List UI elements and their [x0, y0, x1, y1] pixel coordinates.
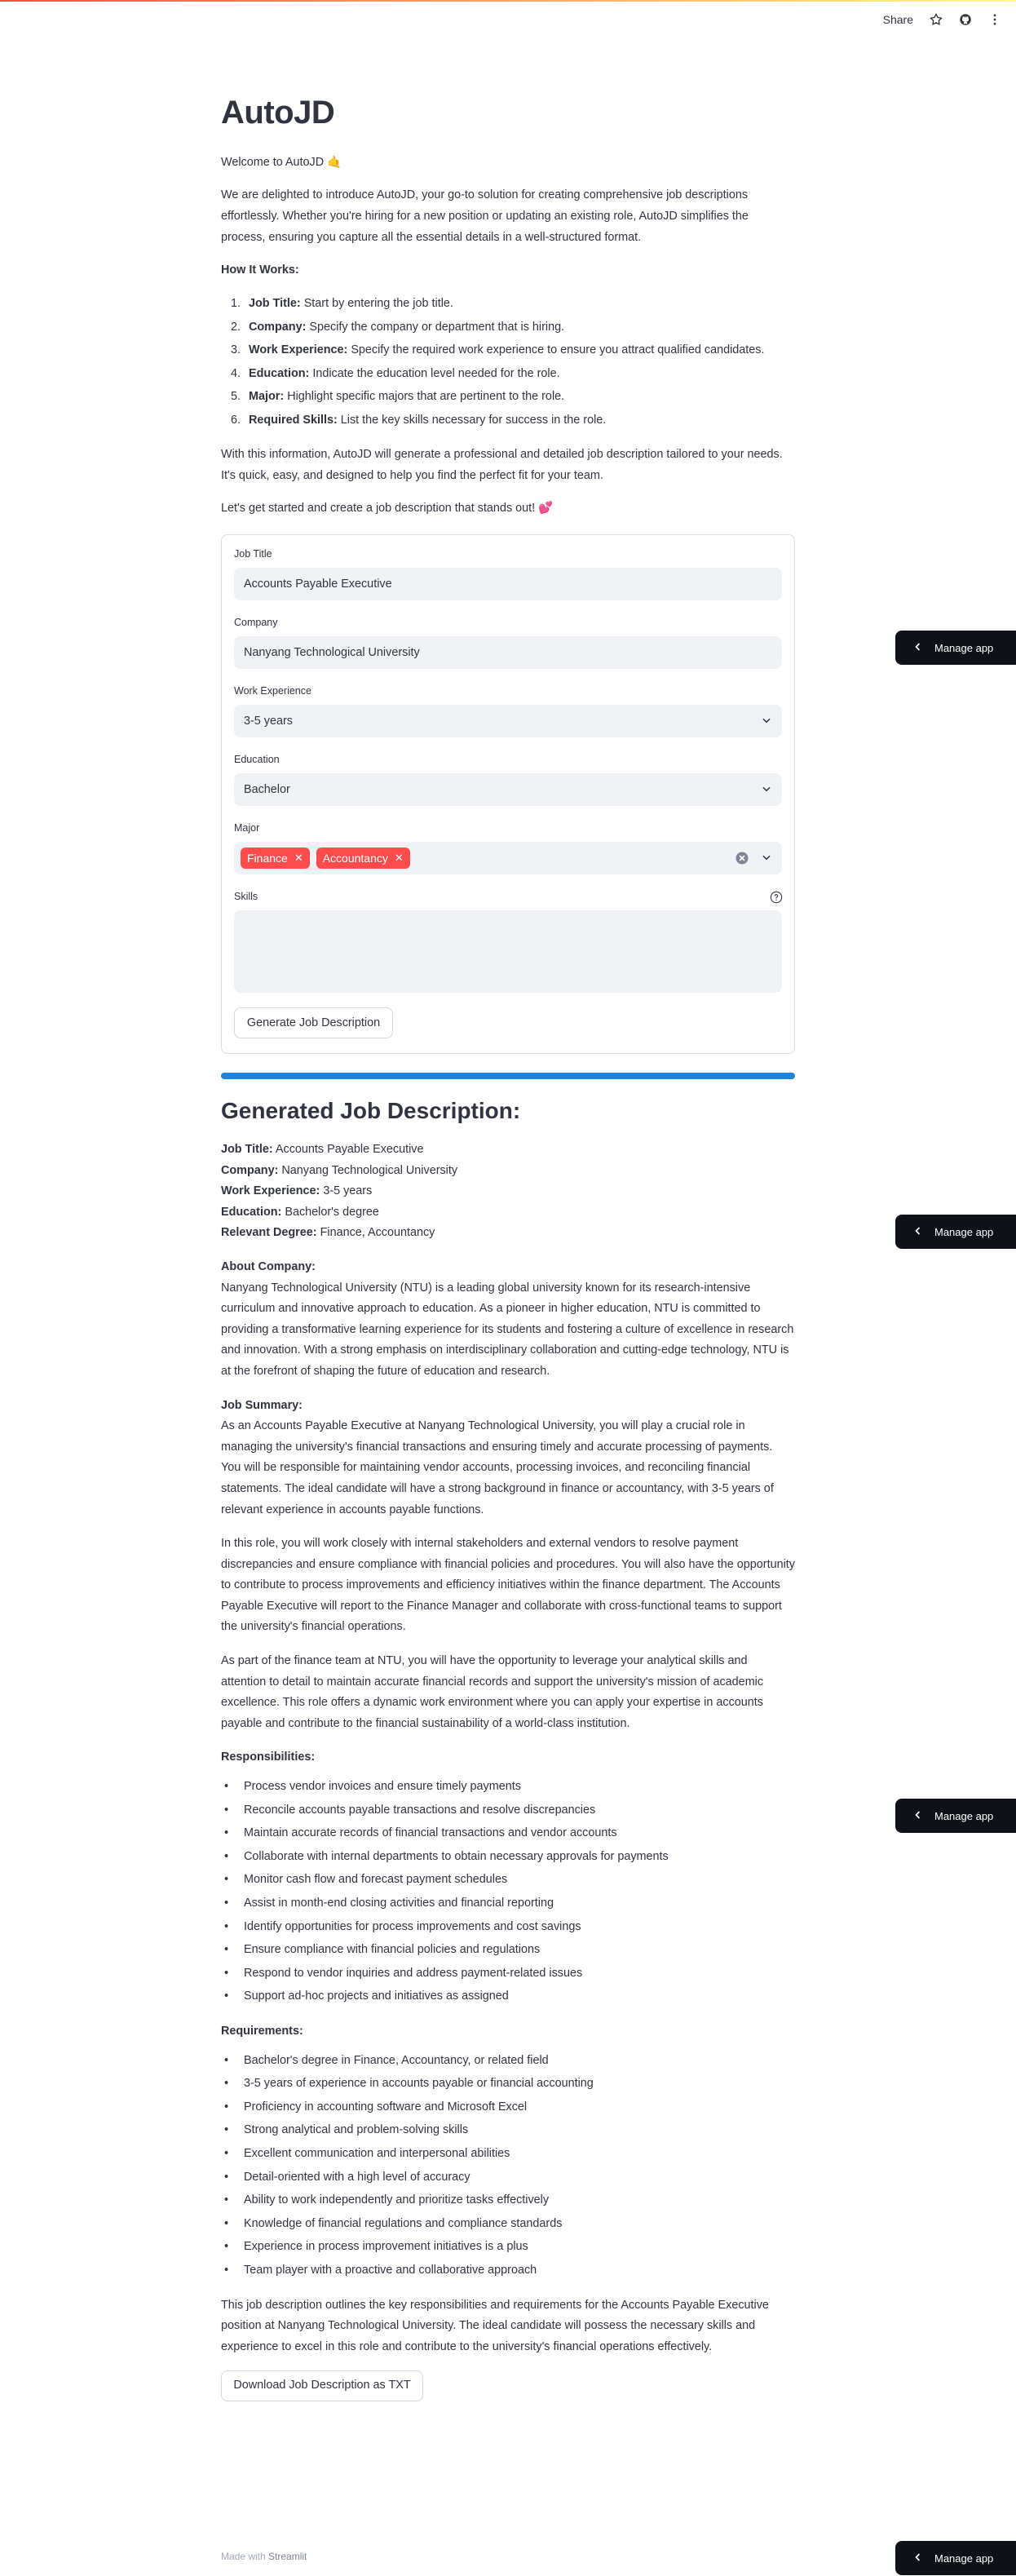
job-title-label: Job Title — [234, 548, 272, 560]
list-item: Reconcile accounts payable transactions … — [221, 1799, 795, 1822]
list-item: Team player with a proactive and collabo… — [221, 2259, 795, 2282]
close-icon[interactable]: ✕ — [395, 852, 404, 865]
chevron-left-icon — [913, 642, 923, 654]
intro-description: We are delighted to introduce AutoJD, yo… — [221, 188, 749, 244]
list-item: Process vendor invoices and ensure timel… — [221, 1775, 795, 1799]
list-item: Ensure compliance with financial policie… — [221, 1938, 795, 1962]
closing-paragraph: This job description outlines the key re… — [221, 2298, 769, 2353]
list-item: Identify opportunities for process impro… — [221, 1915, 795, 1939]
list-item: Maintain accurate records of financial t… — [221, 1821, 795, 1845]
list-item: Proficiency in accounting software and M… — [221, 2096, 795, 2119]
list-item: Assist in month-end closing activities a… — [221, 1892, 795, 1915]
list-item: Experience in process improvement initia… — [221, 2235, 795, 2259]
requirements-heading: Requirements: — [221, 2024, 303, 2038]
chevron-left-icon — [913, 1810, 923, 1822]
education-select[interactable]: Bachelor — [234, 773, 782, 806]
company-input[interactable]: Nanyang Technological University — [234, 636, 782, 669]
manage-app-label: Manage app — [934, 1809, 994, 1822]
job-summary-section: Job Summary: As an Accounts Payable Exec… — [221, 1396, 795, 1521]
footer-brand-link[interactable]: Streamlit — [268, 2551, 307, 2562]
responsibilities-heading: Responsibilities: — [221, 1751, 316, 1764]
step-item: 1. Job Title: Start by entering the job t… — [231, 297, 453, 310]
manage-app-label: Manage app — [934, 1225, 994, 1238]
kebab-menu-icon[interactable] — [982, 10, 1008, 29]
step-item: 5. Major: Highlight specific majors that … — [231, 390, 565, 404]
list-item: Bachelor's degree in Finance, Accountanc… — [221, 2049, 795, 2073]
list-item: 3-5 years of experience in accounts paya… — [221, 2072, 795, 2096]
star-icon[interactable] — [923, 10, 949, 29]
about-heading: About Company: — [221, 1259, 316, 1273]
footer: Made with Streamlit — [221, 2551, 307, 2562]
generate-button[interactable]: Generate Job Description — [234, 1007, 393, 1038]
top-toolbar: Share — [877, 10, 1008, 29]
manage-app-label: Manage app — [934, 641, 994, 654]
major-multiselect[interactable]: Finance ✕ Accountancy ✕ — [234, 842, 782, 874]
work-experience-select[interactable]: 3-5 years — [234, 705, 782, 737]
step-item: 6. Required Skills: List the key skills n… — [231, 413, 607, 427]
job-summary-paragraph: As part of the finance team at NTU, you … — [221, 1654, 764, 1730]
manage-app-button[interactable]: Manage app — [895, 2541, 1016, 2575]
intro-closing: With this information, AutoJD will gener… — [221, 447, 783, 482]
share-button[interactable]: Share — [877, 13, 920, 26]
work-experience-value: 3-5 years — [244, 715, 293, 728]
list-item: Monitor cash flow and forecast payment s… — [221, 1868, 795, 1892]
list-item: Excellent communication and interpersona… — [221, 2142, 795, 2166]
manage-app-label: Manage app — [934, 2552, 994, 2565]
generated-heading: Generated Job Description: — [221, 1098, 521, 1123]
manage-app-button[interactable]: Manage app — [895, 1215, 1016, 1249]
work-experience-label: Work Experience — [234, 685, 311, 697]
list-item: Collaborate with internal departments to… — [221, 1845, 795, 1869]
about-section: About Company: Nanyang Technological Uni… — [221, 1257, 795, 1383]
job-form: Job Title Accounts Payable Executive Com… — [221, 534, 795, 1054]
list-item: Respond to vendor inquiries and address … — [221, 1962, 795, 1985]
chevron-down-icon — [761, 715, 772, 729]
manage-app-button[interactable]: Manage app — [895, 631, 1016, 665]
summary-block: Job Title: Accounts Payable Executive Co… — [221, 1143, 458, 1240]
list-item: Support ad-hoc projects and initiatives … — [221, 1985, 795, 2008]
company-label: Company — [234, 617, 278, 628]
clear-all-icon[interactable] — [735, 851, 749, 869]
education-label: Education — [234, 754, 280, 765]
major-tag[interactable]: Finance ✕ — [241, 848, 310, 869]
step-item: 2. Company: Specify the company or depart… — [231, 320, 565, 334]
job-summary-text: As an Accounts Payable Executive at Nany… — [221, 1419, 774, 1516]
chevron-left-icon — [913, 1226, 923, 1238]
major-label: Major — [234, 822, 260, 834]
step-item: 4. Education: Indicate the education leve… — [231, 366, 560, 380]
manage-app-button[interactable]: Manage app — [895, 1799, 1016, 1833]
intro-cta: Let's get started and create a job descr… — [221, 501, 554, 515]
skills-label: Skills — [234, 891, 258, 902]
how-it-works-heading: How It Works: — [221, 263, 299, 277]
top-decoration-bar — [0, 0, 1016, 2]
page-title: AutoJD — [221, 95, 335, 131]
education-value: Bachelor — [244, 783, 290, 796]
list-item: Detail-oriented with a high level of acc… — [221, 2166, 795, 2189]
footer-made-with: Made with — [221, 2551, 266, 2562]
chevron-down-icon — [761, 852, 772, 866]
intro-section: Welcome to AutoJD 🤙 We are delighted to … — [221, 152, 795, 530]
requirements-list: Bachelor's degree in Finance, Accountanc… — [221, 2049, 795, 2282]
list-item: Ability to work independently and priori… — [221, 2189, 795, 2212]
job-summary-heading: Job Summary: — [221, 1398, 303, 1412]
help-icon[interactable] — [770, 891, 783, 908]
generated-output: Job Title: Accounts Payable Executive Co… — [221, 1140, 795, 2402]
skills-textarea[interactable] — [234, 910, 782, 993]
major-tag[interactable]: Accountancy ✕ — [316, 848, 410, 869]
list-item: Strong analytical and problem-solving sk… — [221, 2118, 795, 2142]
responsibilities-list: Process vendor invoices and ensure timel… — [221, 1775, 795, 2008]
chevron-down-icon — [761, 783, 772, 798]
github-icon[interactable] — [952, 10, 978, 29]
progress-bar — [221, 1073, 795, 1079]
welcome-text: Welcome to AutoJD 🤙 — [221, 156, 342, 169]
chevron-left-icon — [913, 2552, 923, 2565]
job-summary-paragraph: In this role, you will work closely with… — [221, 1537, 795, 1634]
step-item: 3. Work Experience: Specify the required … — [231, 343, 765, 357]
job-title-input[interactable]: Accounts Payable Executive — [234, 568, 782, 600]
list-item: Knowledge of financial regulations and c… — [221, 2212, 795, 2236]
close-icon[interactable]: ✕ — [294, 852, 303, 865]
about-text: Nanyang Technological University (NTU) i… — [221, 1281, 794, 1378]
download-button[interactable]: Download Job Description as TXT — [221, 2370, 423, 2402]
